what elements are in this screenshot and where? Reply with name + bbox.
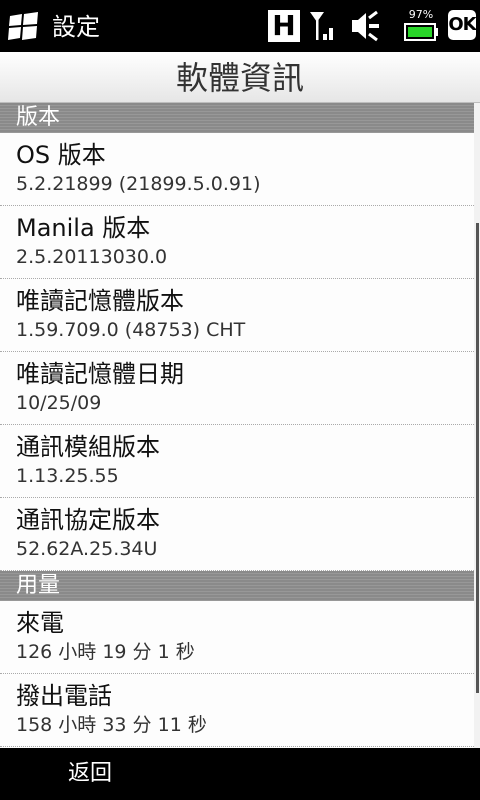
item-label: 通訊協定版本 xyxy=(16,506,160,534)
volume-muted-icon[interactable] xyxy=(350,10,382,42)
item-label: 唯讀記憶體日期 xyxy=(16,360,184,388)
section-header-version: 版本 xyxy=(0,103,474,133)
page-title: 軟體資訊 xyxy=(175,59,304,97)
hsdpa-network-icon[interactable]: H xyxy=(268,10,300,42)
item-value: 1.13.25.55 xyxy=(16,465,119,487)
item-label: 撥出電話 xyxy=(16,682,112,710)
item-value: 5.2.21899 (21899.5.0.91) xyxy=(16,173,261,195)
windows-start-icon[interactable] xyxy=(6,10,42,42)
page-header: 軟體資訊 xyxy=(0,52,480,103)
item-label: 通訊模組版本 xyxy=(16,433,160,461)
item-value: 2.5.20113030.0 xyxy=(16,246,168,268)
back-button[interactable]: 返回 xyxy=(60,758,120,790)
battery-percent: 97% xyxy=(408,8,434,21)
status-title: 設定 xyxy=(52,13,100,41)
list-item-outgoing-calls[interactable]: 撥出電話 158 小時 33 分 11 秒 xyxy=(0,674,474,747)
list-item-manila-version[interactable]: Manila 版本 2.5.20113030.0 xyxy=(0,206,474,279)
ok-button[interactable]: OK xyxy=(448,10,477,40)
item-value: 126 小時 19 分 1 秒 xyxy=(16,641,195,663)
signal-strength-icon[interactable] xyxy=(308,10,338,44)
item-label: 來電 xyxy=(16,609,64,637)
scrollbar[interactable] xyxy=(474,103,480,748)
list-item-radio-version[interactable]: 通訊模組版本 1.13.25.55 xyxy=(0,425,474,498)
soft-key-bar: 返回 xyxy=(0,748,480,800)
scrollbar-thumb[interactable] xyxy=(476,223,479,693)
settings-list[interactable]: 版本 OS 版本 5.2.21899 (21899.5.0.91) Manila… xyxy=(0,103,474,748)
item-value: 158 小時 33 分 11 秒 xyxy=(16,714,207,736)
battery-icon[interactable] xyxy=(404,22,438,42)
item-value: 10/25/09 xyxy=(16,392,102,414)
section-header-usage: 用量 xyxy=(0,571,474,601)
list-item-protocol-version[interactable]: 通訊協定版本 52.62A.25.34U xyxy=(0,498,474,571)
item-label: 唯讀記憶體版本 xyxy=(16,287,184,315)
item-value: 52.62A.25.34U xyxy=(16,538,158,560)
list-item-os-version[interactable]: OS 版本 5.2.21899 (21899.5.0.91) xyxy=(0,133,474,206)
list-item-rom-date[interactable]: 唯讀記憶體日期 10/25/09 xyxy=(0,352,474,425)
item-label: Manila 版本 xyxy=(16,214,151,242)
list-item-rom-version[interactable]: 唯讀記憶體版本 1.59.709.0 (48753) CHT xyxy=(0,279,474,352)
item-value: 1.59.709.0 (48753) CHT xyxy=(16,319,246,341)
item-label: OS 版本 xyxy=(16,141,106,169)
list-item-incoming-calls[interactable]: 來電 126 小時 19 分 1 秒 xyxy=(0,601,474,674)
status-bar: 設定 H 97% OK xyxy=(0,0,480,52)
